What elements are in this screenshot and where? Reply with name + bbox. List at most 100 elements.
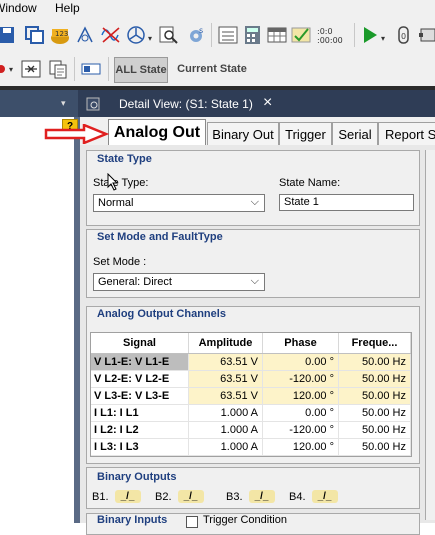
table-row[interactable]: V L1-E: V L1-E 63.51 V 0.00 ° 50.00 Hz (91, 354, 411, 371)
column-header-phase[interactable]: Phase (263, 333, 339, 353)
time-format-icon[interactable]: :0:0:00:00 (316, 25, 350, 45)
svg-text:123: 123 (55, 30, 68, 38)
save-icon[interactable] (0, 25, 16, 45)
amplitude-cell[interactable]: 1.000 A (189, 405, 263, 421)
frequency-cell[interactable]: 50.00 Hz (339, 405, 411, 421)
switch-open-icon[interactable]: _/_ (311, 490, 338, 503)
table-icon[interactable] (266, 25, 288, 45)
state-type-select[interactable]: Normal ⌵ (93, 194, 265, 212)
frequency-cell[interactable]: 50.00 Hz (339, 388, 411, 404)
phase-cell[interactable]: 120.00 ° (263, 388, 339, 404)
view-icon[interactable] (80, 59, 102, 79)
search-report-icon[interactable] (158, 25, 180, 45)
binary-output-label: B3. (226, 490, 243, 503)
table-header: Signal Amplitude Phase Freque... (91, 333, 411, 354)
play-icon[interactable] (360, 25, 380, 45)
frequency-cell[interactable]: 50.00 Hz (339, 371, 411, 387)
binary-inputs-group: Binary Inputs Trigger Condition (86, 513, 420, 535)
detail-view-icon (86, 97, 100, 111)
table-row[interactable]: V L2-E: V L2-E 63.51 V -120.00 ° 50.00 H… (91, 371, 411, 388)
menu-window[interactable]: Window (0, 1, 37, 15)
phase-cell[interactable]: -120.00 ° (263, 371, 339, 387)
state-name-input[interactable]: State 1 (279, 194, 414, 211)
state-type-value: Normal (98, 197, 134, 209)
state-type-title: State Type (93, 153, 156, 165)
frequency-cell[interactable]: 50.00 Hz (339, 354, 411, 370)
insert-state-icon[interactable] (20, 59, 42, 79)
module-icon[interactable]: 123 (49, 23, 71, 47)
record-dropdown-icon[interactable]: ▾ (9, 65, 13, 74)
table-row[interactable]: I L3: I L3 1.000 A 120.00 ° 50.00 Hz (91, 439, 411, 456)
list-view-icon[interactable] (217, 25, 239, 45)
state-name-label: State Name: (279, 177, 341, 189)
switch-open-icon[interactable]: _/_ (114, 490, 141, 503)
all-state-button[interactable]: ALL State (114, 57, 168, 83)
phase-cell[interactable]: 120.00 ° (263, 439, 339, 455)
binary-outputs-title: Binary Outputs (93, 471, 181, 483)
table-row[interactable]: V L3-E: V L3-E 63.51 V 120.00 ° 50.00 Hz (91, 388, 411, 405)
calculator-icon[interactable] (242, 25, 264, 45)
binary-output-2[interactable]: B2. _/_ (155, 490, 204, 503)
pane-dropdown-icon[interactable]: ▾ (61, 98, 66, 109)
tab-analog-out[interactable]: Analog Out (108, 119, 206, 146)
column-header-amplitude[interactable]: Amplitude (189, 333, 263, 353)
tab-binary-out[interactable]: Binary Out (207, 122, 279, 145)
document-tab-title[interactable]: Detail View: (S1: State 1) (119, 97, 253, 111)
phase-cell[interactable]: -120.00 ° (263, 422, 339, 438)
check-list-icon[interactable] (290, 25, 312, 45)
signal-cell: V L3-E: V L3-E (91, 388, 189, 404)
binary-output-label: B2. (155, 490, 172, 503)
copy-window-icon[interactable] (24, 25, 46, 45)
switch-open-icon[interactable]: _/_ (248, 490, 275, 503)
amplitude-cell[interactable]: 63.51 V (189, 371, 263, 387)
state-type-group: State Type State Type: Normal ⌵ State Na… (86, 150, 420, 226)
set-mode-select[interactable]: General: Direct ⌵ (93, 273, 265, 291)
phasor-icon[interactable] (75, 25, 95, 45)
binary-output-3[interactable]: B3. _/_ (226, 490, 275, 503)
mouse-cursor-icon (107, 172, 119, 194)
left-pane-header: ▾ (0, 90, 78, 117)
amplitude-cell[interactable]: 63.51 V (189, 388, 263, 404)
signal-cell: V L2-E: V L2-E (91, 371, 189, 387)
close-tab-icon[interactable]: × (263, 94, 272, 112)
right-side-panel (425, 150, 435, 520)
hardware-icon[interactable] (418, 25, 435, 45)
phase-cell[interactable]: 0.00 ° (263, 354, 339, 370)
dropdown-arrow-icon[interactable]: ▾ (148, 34, 152, 43)
menu-help[interactable]: Help (55, 1, 80, 15)
column-header-frequency[interactable]: Freque... (339, 333, 411, 353)
phase-cell[interactable]: 0.00 ° (263, 405, 339, 421)
tab-report[interactable]: Report S (378, 122, 435, 145)
tab-trigger[interactable]: Trigger (279, 122, 332, 145)
connect-icon[interactable]: 0 (394, 25, 414, 45)
switch-open-icon[interactable]: _/_ (177, 490, 204, 503)
svg-text::00:00: :00:00 (317, 36, 343, 45)
set-mode-label: Set Mode : (93, 256, 147, 268)
amplitude-cell[interactable]: 63.51 V (189, 354, 263, 370)
column-header-signal[interactable]: Signal (91, 333, 189, 353)
amplitude-cell[interactable]: 1.000 A (189, 439, 263, 455)
binary-output-4[interactable]: B4. _/_ (289, 490, 338, 503)
trigger-condition-checkbox[interactable] (186, 516, 198, 528)
svg-text::0:0: :0:0 (317, 27, 333, 36)
binary-output-1[interactable]: B1. _/_ (92, 490, 141, 503)
svg-text:0: 0 (401, 32, 406, 41)
frequency-cell[interactable]: 50.00 Hz (339, 422, 411, 438)
tab-serial[interactable]: Serial (332, 122, 378, 145)
trigger-condition-label: Trigger Condition (203, 514, 287, 526)
state-toolbar: ▾ ALL State Current State (0, 53, 435, 87)
binary-output-label: B1. (92, 490, 109, 503)
play-dropdown-icon[interactable]: ▾ (381, 34, 385, 43)
table-row[interactable]: I L1: I L1 1.000 A 0.00 ° 50.00 Hz (91, 405, 411, 422)
set-mode-title: Set Mode and FaultType (93, 231, 227, 243)
current-state-button[interactable]: Current State (174, 57, 250, 81)
chevron-down-icon: ⌵ (250, 196, 259, 208)
signal-cell: V L1-E: V L1-E (91, 354, 189, 370)
amplitude-cell[interactable]: 1.000 A (189, 422, 263, 438)
frequency-cell[interactable]: 50.00 Hz (339, 439, 411, 455)
waveform-icon[interactable] (100, 25, 122, 45)
settings-icon[interactable]: s (186, 25, 208, 45)
table-row[interactable]: I L2: I L2 1.000 A -120.00 ° 50.00 Hz (91, 422, 411, 439)
vector-icon[interactable] (126, 25, 146, 45)
copy-state-icon[interactable] (47, 59, 69, 79)
